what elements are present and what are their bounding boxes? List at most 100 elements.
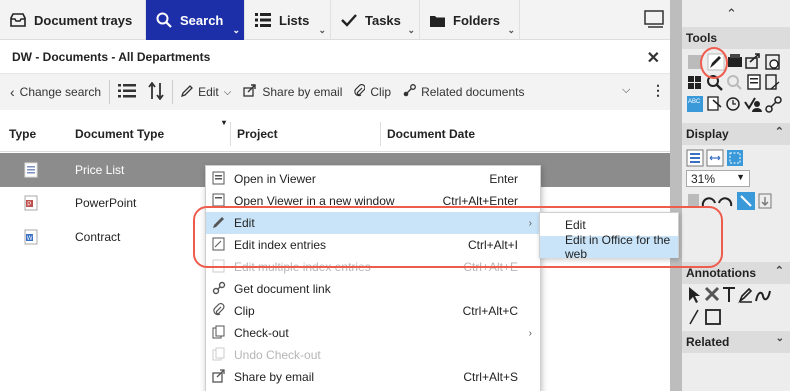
submenu-item-label: Edit in Office for the web [565,233,671,261]
menu-item-label: Check-out [234,326,289,340]
tools-icon-grid: ABC [686,52,786,118]
menu-item-label: Clip [234,304,255,318]
submenu-item-edit-office-web[interactable]: Edit in Office for the web [540,233,678,261]
column-header-type[interactable]: Type [9,127,36,141]
chevron-up-icon[interactable]: ⌃ [775,125,784,138]
tab-label: Search [180,12,224,28]
side-panel: ⌃ Tools ABC Display ⌃ 31% ▼ Annotations … [670,0,790,391]
context-menu: Open in Viewer Enter Open Viewer in a ne… [205,165,541,391]
close-icon[interactable]: ✕ [647,48,660,68]
tab-search[interactable]: Search ⌄ [146,0,245,40]
chevron-down-icon: ▼ [736,172,745,182]
menu-item-undo-check-out: Undo Check-out [206,344,540,366]
chevron-up-icon[interactable]: ⌃ [726,6,737,22]
tab-lists[interactable]: Lists ⌄ [245,0,331,40]
chevron-down-icon[interactable]: ⌄ [407,25,415,36]
menu-item-label: Edit [234,216,255,230]
pencil-icon [212,215,226,229]
pencil-icon [181,84,193,100]
related-icon [403,84,417,100]
clip-button[interactable]: Clip [348,74,397,110]
zoom-select[interactable]: 31% ▼ [686,170,750,187]
menu-item-label: Open in Viewer [234,172,316,186]
cell-document-type: Price List [75,163,125,177]
svg-text:W: W [27,236,33,242]
chevron-up-icon[interactable]: ⌃ [775,264,784,277]
menu-item-shortcut: Ctrl+Alt+C [462,304,518,318]
related-label: Related documents [421,85,525,99]
menu-item-open-viewer-new-window[interactable]: Open Viewer in a new window Ctrl+Alt+Ent… [206,190,540,212]
chevron-down-icon[interactable]: ⌄ [318,25,326,36]
sort-indicator-icon: ▾ [222,118,227,127]
more-options-icon[interactable]: ⋮ [651,82,665,99]
cell-document-type: PowerPoint [75,196,137,210]
menu-item-edit[interactable]: Edit › [206,212,540,234]
chevron-down-icon[interactable]: ⌄ [232,25,240,36]
change-search-button[interactable]: ‹ Change search [0,74,107,110]
list-view-icon [118,83,137,102]
related-section-header[interactable]: Related ⌄ [682,331,790,353]
list-view-button[interactable] [112,74,142,110]
app-root: Document trays Search ⌄ Lists ⌄ Tasks ⌄ [0,0,790,391]
tools-label: Tools [686,31,718,45]
svg-text:P: P [27,202,31,208]
tab-document-trays[interactable]: Document trays [0,0,146,40]
chevron-down-icon: ⌵ [223,86,232,98]
tab-label: Tasks [365,12,401,28]
tools-section-header[interactable]: Tools [682,27,790,49]
display-label: Display [686,127,729,141]
window-title: DW - Documents - All Departments [12,49,211,64]
menu-item-shortcut: Enter [489,172,518,186]
divider [172,80,174,104]
new-window-icon [212,193,226,207]
edit-menu-button[interactable]: Edit ⌵ [175,74,237,110]
display-section-header[interactable]: Display ⌃ [682,123,790,145]
top-navigation: Document trays Search ⌄ Lists ⌄ Tasks ⌄ [0,0,670,40]
related-panel-label: Related [686,335,730,349]
zoom-value: 31% [691,172,716,186]
column-resizer[interactable] [380,122,381,146]
chevron-down-icon[interactable]: ⌵ [622,84,630,97]
tab-tasks[interactable]: Tasks ⌄ [331,0,420,40]
edit-submenu: Edit Edit in Office for the web [539,212,679,261]
paperclip-icon [354,83,366,100]
menu-item-shortcut: Ctrl+Alt+S [463,370,518,384]
copy-icon [212,325,226,339]
sort-icon [148,81,164,103]
side-panel-content: ⌃ Tools ABC Display ⌃ 31% ▼ Annotations … [682,0,790,391]
tab-label: Document trays [34,12,133,28]
folder-icon [430,14,445,27]
chevron-down-icon[interactable]: ⌄ [776,333,784,344]
display-icons-row2 [686,191,786,211]
column-header-document-type[interactable]: Document Type [75,127,164,141]
change-search-label: Change search [19,85,102,99]
menu-item-clip[interactable]: Clip Ctrl+Alt+C [206,300,540,322]
tab-folders[interactable]: Folders ⌄ [420,0,520,40]
list-icon [255,13,271,27]
menu-item-edit-index-entries[interactable]: Edit index entries Ctrl+Alt+I [206,234,540,256]
annotations-section-header[interactable]: Annotations ⌃ [682,262,790,284]
submenu-item-label: Edit [565,218,586,232]
menu-item-shortcut: Ctrl+Alt+E [463,260,518,274]
chevron-down-icon[interactable]: ⌄ [507,25,515,36]
sort-button[interactable] [142,74,170,110]
column-header-document-date[interactable]: Document Date [387,127,475,141]
menu-item-label: Edit index entries [234,238,327,252]
undo-icon [212,347,226,361]
menu-item-open-in-viewer[interactable]: Open in Viewer Enter [206,168,540,190]
menu-item-get-document-link[interactable]: Get document link [206,278,540,300]
column-resizer[interactable] [230,122,231,146]
menu-item-edit-multiple-index-entries: Edit multiple index entries Ctrl+Alt+E [206,256,540,278]
tray-icon [10,13,26,27]
share-icon [243,84,257,100]
annotations-label: Annotations [686,266,756,280]
window-toggle-icon[interactable] [644,10,664,31]
checkmark-icon [341,13,357,27]
share-by-email-button[interactable]: Share by email [237,74,348,110]
menu-item-share-by-email[interactable]: Share by email Ctrl+Alt+S [206,366,540,388]
column-header-project[interactable]: Project [237,127,278,141]
menu-item-check-out[interactable]: Check-out › [206,322,540,344]
svg-text:ABC: ABC [688,99,701,105]
related-documents-button[interactable]: Related documents [397,74,530,110]
tab-label: Folders [453,12,500,28]
